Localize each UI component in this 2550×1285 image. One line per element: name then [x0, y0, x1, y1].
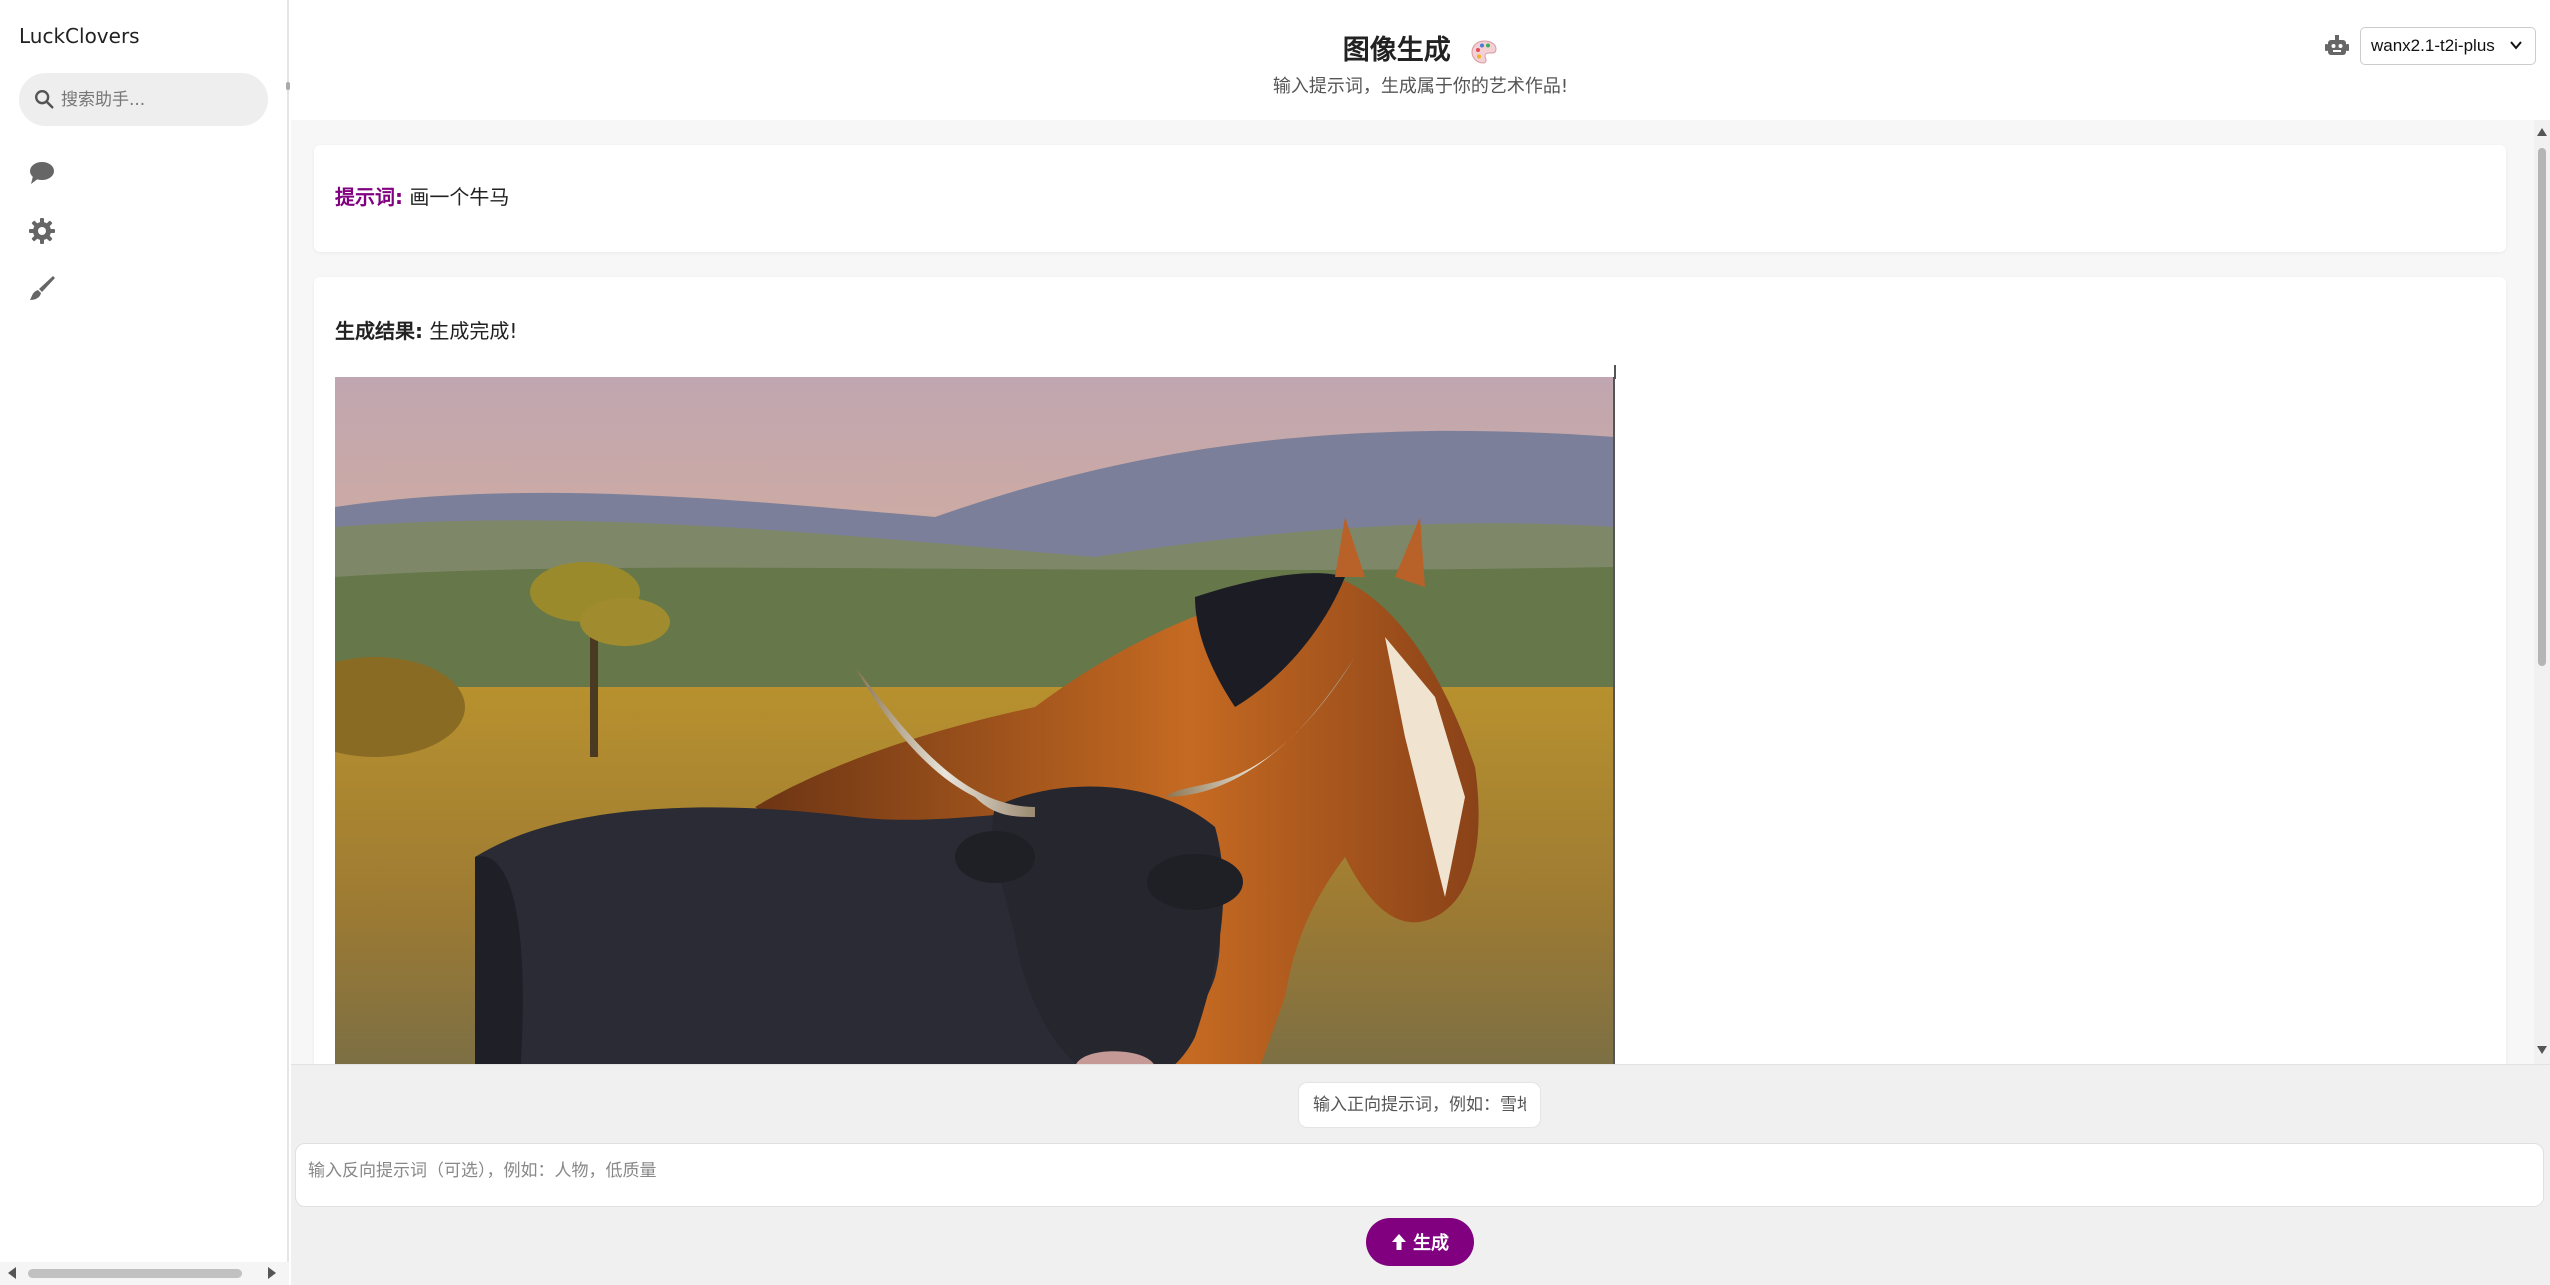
- page-title: 图像生成: [1342, 35, 1451, 66]
- chevron-down-icon: [2510, 41, 2522, 50]
- generate-button[interactable]: 生成: [1366, 1218, 1474, 1266]
- generated-image[interactable]: [335, 377, 1615, 1064]
- prompt-label: 提示词:: [335, 185, 403, 209]
- brand-name: LuckClovers: [19, 24, 140, 48]
- scroll-right-arrow-icon[interactable]: [268, 1267, 276, 1279]
- prompt-text: 画一个牛马: [409, 185, 510, 209]
- palette-icon: [1471, 39, 1497, 64]
- prompt-message-card: 提示词: 画一个牛马: [314, 145, 2506, 252]
- result-line: 生成结果: 生成完成!: [335, 315, 517, 344]
- settings-nav-button[interactable]: [27, 216, 57, 246]
- chat-icon: [30, 162, 54, 184]
- image-gen-nav-button[interactable]: [27, 273, 57, 303]
- model-select[interactable]: wanx2.1-t2i-plus: [2360, 27, 2536, 65]
- content-vertical-scrollbar[interactable]: [2534, 120, 2550, 1064]
- model-picker: wanx2.1-t2i-plus: [2325, 27, 2536, 65]
- page-header: 图像生成 输入提示词，生成属于你的艺术作品! wanx2.1-t2i-plus: [291, 0, 2550, 120]
- sidebar-resize-handle[interactable]: [286, 82, 290, 90]
- prompt-line: 提示词: 画一个牛马: [335, 181, 509, 210]
- result-message-card: 生成结果: 生成完成!: [314, 277, 2506, 1064]
- arrow-up-icon: [1392, 1234, 1406, 1250]
- chat-content[interactable]: 提示词: 画一个牛马 生成结果: 生成完成!: [291, 120, 2534, 1064]
- search-input[interactable]: [61, 73, 261, 126]
- robot-icon: [2325, 35, 2349, 55]
- model-select-value: wanx2.1-t2i-plus: [2371, 36, 2495, 55]
- scroll-up-arrow-icon[interactable]: [2537, 128, 2547, 136]
- sidebar-horizontal-scrollbar[interactable]: [0, 1262, 289, 1285]
- result-status: 生成完成!: [429, 319, 518, 343]
- assistant-search[interactable]: [19, 73, 268, 126]
- generate-button-label: 生成: [1413, 1233, 1449, 1254]
- sidebar: LuckClovers: [0, 0, 290, 1285]
- page-title-row: 图像生成: [291, 28, 2550, 67]
- app-root: LuckClovers 搜索助手... 图像生成 输入提示词，生成属于你的艺术作…: [0, 0, 2550, 1285]
- generated-image-art: [335, 377, 1613, 1064]
- gear-icon: [29, 218, 55, 244]
- positive-prompt-input[interactable]: [1299, 1083, 1540, 1127]
- input-panel: 生成: [291, 1064, 2550, 1285]
- scrollbar-thumb[interactable]: [28, 1269, 242, 1278]
- negative-prompt-input[interactable]: [295, 1143, 2544, 1207]
- result-label: 生成结果:: [335, 319, 423, 343]
- chat-nav-button[interactable]: [27, 158, 57, 188]
- page-subtitle: 输入提示词，生成属于你的艺术作品!: [1272, 76, 1569, 97]
- scroll-down-arrow-icon[interactable]: [2537, 1046, 2547, 1054]
- search-icon: [35, 90, 54, 109]
- scroll-left-arrow-icon[interactable]: [8, 1267, 16, 1279]
- scrollbar-thumb[interactable]: [2538, 148, 2546, 666]
- brush-icon: [30, 276, 55, 300]
